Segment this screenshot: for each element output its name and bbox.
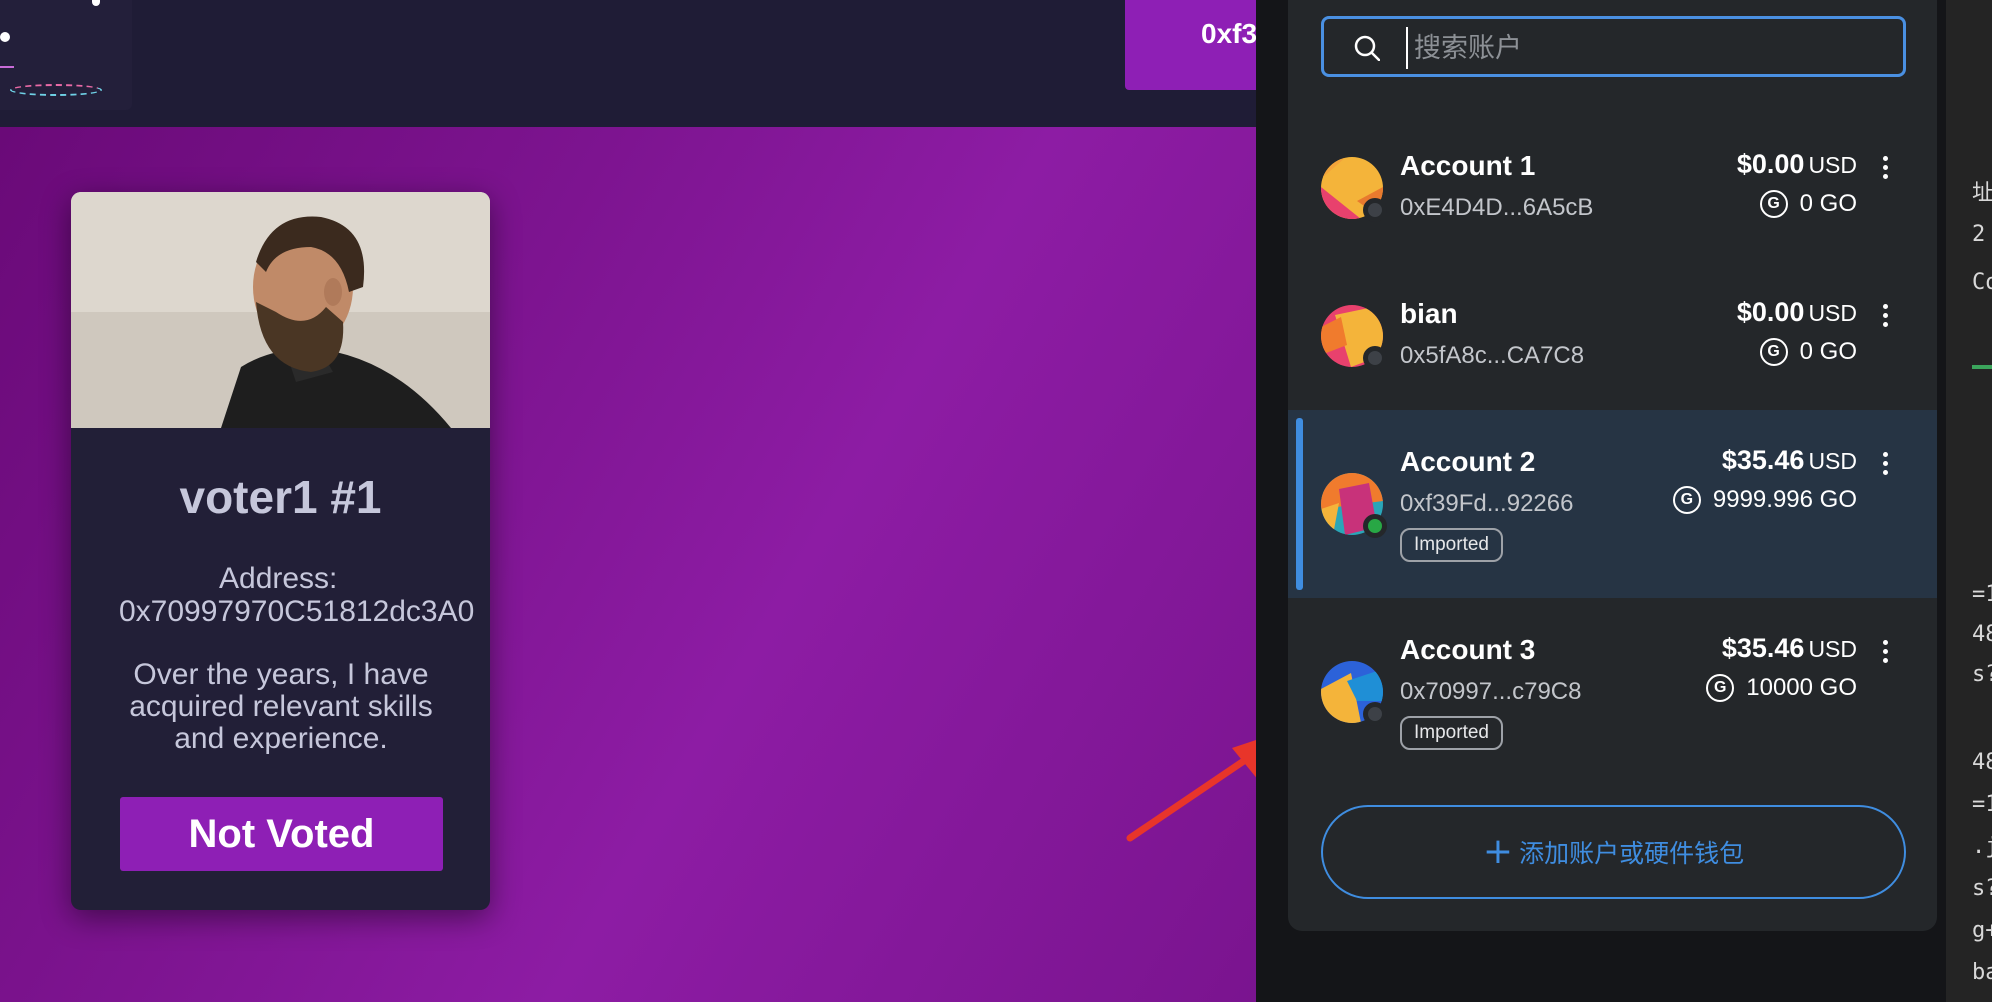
token-g-icon: G bbox=[1759, 190, 1788, 218]
logo-dot-top bbox=[92, 0, 100, 6]
devtools-line: 48 bbox=[1972, 750, 1992, 775]
account-name: Account 2 bbox=[1400, 446, 1536, 477]
account-options-icon[interactable] bbox=[1881, 156, 1889, 179]
logo-ring bbox=[10, 84, 102, 96]
add-account-label: 添加账户或硬件钱包 bbox=[1519, 839, 1745, 868]
logo-dot bbox=[0, 32, 10, 42]
wallet-account-menu: Account 1 0xE4D4D...6A5cB $0.00USD G0 GO… bbox=[1288, 0, 1937, 931]
candidate-bio: Over the years, I have acquired relevant… bbox=[129, 658, 433, 755]
portrait-image bbox=[71, 192, 490, 428]
dapp-header: 0xf3 bbox=[0, 0, 1305, 127]
address-value: 0x70997970C51812dc3A0 bbox=[119, 595, 475, 628]
devtools-line: ba bbox=[1972, 960, 1992, 985]
address-label: Address: bbox=[219, 562, 338, 595]
connection-status-indicator bbox=[1363, 198, 1387, 222]
candidate-title: voter1 #1 bbox=[179, 471, 382, 523]
devtools-line: .js bbox=[1972, 834, 1992, 859]
connection-status-indicator bbox=[1363, 346, 1387, 370]
account-row-account-3[interactable]: Account 3 0x70997...c79C8 Imported $35.4… bbox=[1288, 598, 1937, 786]
devtools-line: s? bbox=[1972, 662, 1992, 687]
devtools-line: =17 bbox=[1972, 582, 1992, 607]
account-token-balance: G 10000 GO bbox=[1706, 674, 1857, 702]
devtools-line: 址 bbox=[1972, 181, 1992, 206]
account-token-balance: G0 GO bbox=[1759, 338, 1857, 366]
account-name: bian bbox=[1400, 298, 1458, 329]
plus-icon: + bbox=[1482, 831, 1514, 872]
devtools-panel: 址 2 Co =17 48 s? 48 =17 .js s? g+x ba bbox=[1946, 0, 1992, 1002]
search-input[interactable] bbox=[1406, 27, 1896, 69]
add-account-button[interactable]: + 添加账户或硬件钱包 bbox=[1321, 805, 1906, 899]
account-address: 0xE4D4D...6A5cB bbox=[1400, 194, 1594, 221]
candidate-address: Address: 0x70997970C51812dc3A0 bbox=[119, 562, 490, 628]
account-options-icon[interactable] bbox=[1881, 640, 1889, 663]
token-g-icon: G bbox=[1706, 674, 1735, 702]
devtools-line: 2 bbox=[1972, 222, 1986, 247]
account-options-icon[interactable] bbox=[1881, 304, 1889, 327]
account-address: 0xf39Fd...92266 bbox=[1400, 490, 1574, 517]
account-fiat-balance: $0.00 USD bbox=[1736, 297, 1857, 327]
devtools-line: =17 bbox=[1972, 792, 1992, 817]
candidate-photo bbox=[71, 192, 490, 428]
devtools-line: g+x bbox=[1972, 918, 1992, 943]
token-g-icon: G bbox=[1759, 338, 1788, 366]
connection-status-indicator bbox=[1363, 514, 1387, 538]
imported-badge: Imported bbox=[1400, 528, 1503, 562]
app-logo[interactable] bbox=[0, 0, 132, 110]
account-name: Account 1 bbox=[1400, 150, 1536, 181]
selected-account-indicator bbox=[1296, 418, 1303, 590]
account-address: 0x5fA8c...CA7C8 bbox=[1400, 342, 1585, 369]
account-fiat-balance: $35.46 USD bbox=[1721, 445, 1857, 475]
devtools-line: s? bbox=[1972, 876, 1992, 901]
logo-line bbox=[0, 66, 14, 68]
imported-badge: Imported bbox=[1400, 716, 1503, 750]
account-fiat-balance: $35.46 USD bbox=[1721, 633, 1857, 663]
token-g-icon: G bbox=[1672, 486, 1701, 514]
vote-status-button[interactable]: Not Voted bbox=[120, 797, 443, 871]
account-token-balance: G0 GO bbox=[1759, 190, 1857, 218]
devtools-line: 48 bbox=[1972, 622, 1992, 647]
connection-status-indicator bbox=[1363, 702, 1387, 726]
account-row-bian[interactable]: bian 0x5fA8c...CA7C8 $0.00 USD G0 GO bbox=[1288, 262, 1937, 410]
account-token-balance: G 9999.996 GO bbox=[1672, 486, 1857, 514]
devtools-line: Co bbox=[1972, 270, 1992, 295]
account-options-icon[interactable] bbox=[1881, 452, 1889, 475]
search-icon bbox=[1354, 35, 1380, 61]
account-row-account-2[interactable]: Account 2 0xf39Fd...92266 Imported $35.4… bbox=[1288, 410, 1937, 598]
account-address: 0x70997...c79C8 bbox=[1400, 678, 1582, 705]
account-row-account-1[interactable]: Account 1 0xE4D4D...6A5cB $0.00 USD G0 GO bbox=[1288, 114, 1937, 262]
account-fiat-balance: $0.00 USD bbox=[1736, 149, 1857, 179]
candidate-card: voter1 #1 Address: 0x70997970C51812dc3A0… bbox=[71, 192, 490, 910]
account-search-box[interactable] bbox=[1321, 16, 1906, 77]
devtools-progress-marker bbox=[1972, 365, 1992, 369]
account-name: Account 3 bbox=[1400, 634, 1536, 665]
